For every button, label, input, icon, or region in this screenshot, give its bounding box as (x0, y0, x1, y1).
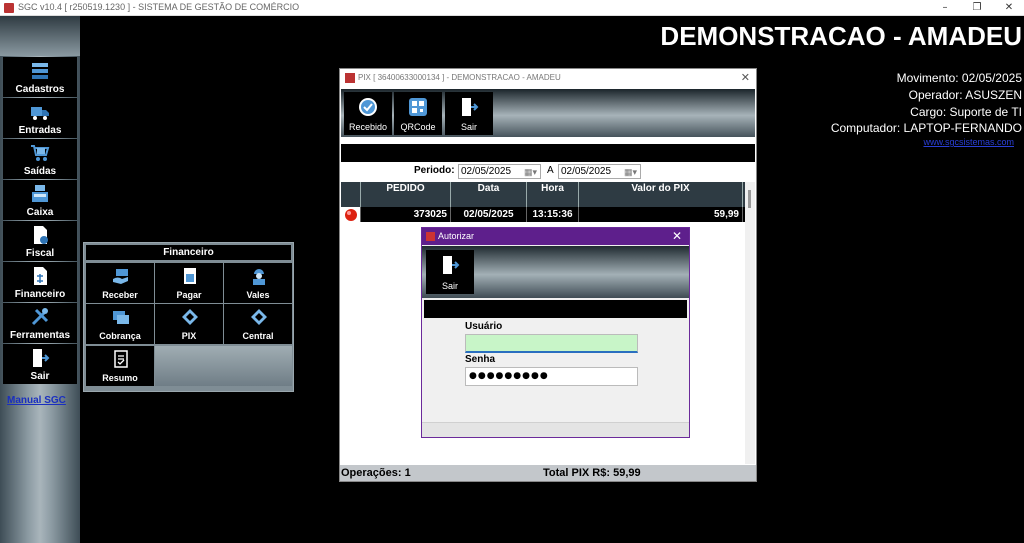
sidebar-item-ferramentas[interactable]: Ferramentas (3, 303, 77, 343)
financeiro-pagar-button[interactable]: Pagar (155, 263, 223, 303)
summary-icon (114, 350, 128, 368)
pix-window-title: PIX [ 36400633000134 ] - DEMONSTRACAO - … (358, 73, 561, 82)
app-titlebar: SGC v10.4 [ r250519.1230 ] - SISTEMA DE … (0, 0, 1024, 16)
calendar-dropdown-icon[interactable]: ▦▾ (624, 166, 637, 179)
pix-window-titlebar: PIX [ 36400633000134 ] - DEMONSTRACAO - … (340, 69, 756, 87)
date-to-input[interactable]: 02/05/2025 ▦▾ (558, 164, 641, 179)
col-valor[interactable]: Valor do PIX (579, 182, 743, 207)
sidebar-item-sair[interactable]: Sair (3, 344, 77, 384)
cargo-label: Cargo: Suporte de TI (910, 105, 1022, 119)
financeiro-resumo-button[interactable]: Resumo (86, 346, 154, 386)
cell-valor: 59,99 (579, 207, 743, 222)
cell-pedido: 373025 (361, 207, 451, 222)
pix-icon (251, 309, 267, 325)
main-sidebar: Cadastros Entradas Saídas Caixa Fiscal F… (0, 16, 80, 543)
financeiro-vales-button[interactable]: Vales (224, 263, 292, 303)
document-icon (34, 226, 48, 244)
operacoes-count: Operações: 1 (341, 467, 411, 479)
cell-hora: 13:15:36 (527, 207, 579, 222)
pix-icon (182, 309, 198, 325)
app-logo-icon (345, 73, 355, 83)
receive-money-icon (113, 269, 128, 284)
app-logo-icon (4, 3, 14, 13)
financeiro-central-button[interactable]: Central (224, 304, 292, 344)
total-pix: Total PIX R$: 59,99 (543, 467, 641, 479)
table-header: PEDIDO Data Hora Valor do PIX (341, 182, 745, 207)
pix-toolbar: Recebido QRCode Sair (341, 89, 755, 137)
manual-sgc-link[interactable]: Manual SGC (7, 395, 66, 406)
senha-input[interactable]: ●●●●●●●●● (465, 367, 638, 386)
operador-label: Operador: ASUSZEN (908, 88, 1022, 102)
cash-register-icon (32, 185, 48, 202)
dialog-title: Autorizar (438, 231, 475, 241)
cell-data: 02/05/2025 (451, 207, 527, 222)
financeiro-pix-button[interactable]: PIX (155, 304, 223, 344)
dialog-titlebar: Autorizar ✕ (422, 228, 689, 245)
minimize-button[interactable]: – (930, 0, 960, 16)
app-title: SGC v10.4 [ r250519.1230 ] - SISTEMA DE … (18, 2, 300, 12)
col-hora[interactable]: Hora (527, 182, 579, 207)
sidebar-item-saidas[interactable]: Saídas (3, 139, 77, 179)
exit-door-icon (462, 98, 479, 116)
financeiro-cobranca-button[interactable]: Cobrança (86, 304, 154, 344)
financeiro-receber-button[interactable]: Receber (86, 263, 154, 303)
truck-icon (31, 107, 49, 120)
company-name: DEMONSTRACAO - AMADEU (660, 21, 1022, 51)
worker-icon (253, 269, 265, 285)
tools-icon (31, 308, 49, 326)
date-separator: A (547, 165, 554, 176)
close-button[interactable]: ✕ (994, 0, 1024, 16)
usuario-input[interactable] (465, 334, 638, 353)
maximize-button[interactable]: ❐ (962, 0, 992, 16)
website-link[interactable]: www.sgcsistemas.com (923, 137, 1014, 147)
usuario-label: Usuário (465, 321, 503, 332)
status-red-dot-icon (345, 209, 357, 221)
pay-icon (184, 268, 196, 284)
finance-document-icon (34, 267, 47, 285)
stack-icon (32, 63, 48, 79)
table-row[interactable]: 373025 02/05/2025 13:15:36 59,99 (341, 207, 745, 222)
sidebar-item-financeiro[interactable]: Financeiro (3, 262, 77, 302)
period-label: Periodo: (414, 165, 455, 176)
movimento-date: Movimento: 02/05/2025 (896, 71, 1022, 85)
col-data[interactable]: Data (451, 182, 527, 207)
date-from-input[interactable]: 02/05/2025 ▦▾ (458, 164, 541, 179)
table-scrollbar[interactable] (745, 182, 755, 464)
col-pedido[interactable]: PEDIDO (361, 182, 451, 207)
cart-icon (31, 145, 50, 161)
pix-sair-button[interactable]: Sair (445, 92, 493, 135)
sidebar-item-fiscal[interactable]: Fiscal (3, 221, 77, 261)
autorizar-dialog: Autorizar ✕ Sair Usuário Senha ●●●●●●●●● (421, 227, 690, 438)
computador-label: Computador: LAPTOP-FERNANDO (830, 121, 1022, 135)
sidebar-item-entradas[interactable]: Entradas (3, 98, 77, 138)
billing-icon (113, 311, 129, 324)
financeiro-panel: Financeiro Receber Pagar Vales Cobrança … (83, 242, 294, 392)
qrcode-icon (409, 98, 427, 116)
app-logo-icon (426, 232, 435, 241)
dialog-close-button[interactable]: ✕ (672, 229, 682, 243)
calendar-dropdown-icon[interactable]: ▦▾ (524, 166, 537, 179)
pix-footer: Operações: 1 Total PIX R$: 59,99 (340, 465, 756, 481)
sidebar-item-caixa[interactable]: Caixa (3, 180, 77, 220)
check-circle-icon (359, 98, 377, 116)
financeiro-panel-title: Financeiro (86, 245, 291, 260)
dialog-sair-button[interactable]: Sair (426, 250, 474, 294)
qrcode-button[interactable]: QRCode (394, 92, 442, 135)
exit-door-icon (443, 256, 460, 274)
recebido-button[interactable]: Recebido (344, 92, 392, 135)
sidebar-item-cadastros[interactable]: Cadastros (3, 57, 77, 97)
exit-door-icon (33, 349, 50, 367)
pix-window-close-button[interactable]: ✕ (741, 71, 750, 84)
senha-label: Senha (465, 354, 496, 365)
